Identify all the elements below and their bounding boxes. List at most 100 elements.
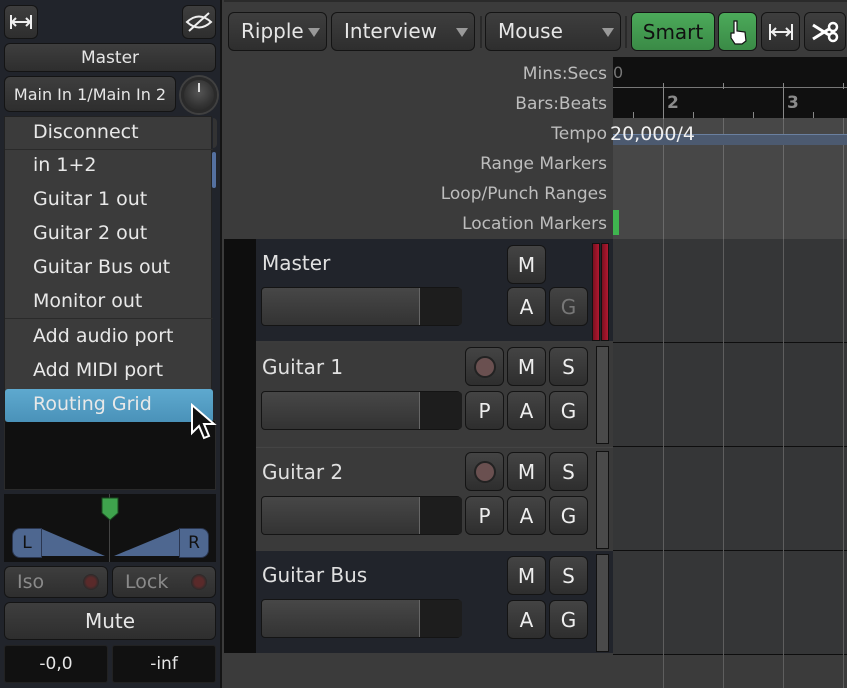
editor-toolbar: Ripple Interview Mouse Smart [224,0,847,57]
group-button[interactable]: G [549,600,588,639]
mute-button[interactable]: M [507,347,546,386]
grab-tool-button[interactable] [718,12,757,51]
track-lane-guitar-1[interactable] [613,343,847,447]
strip-name-button[interactable]: Master [4,43,216,72]
dropdown-arrow-icon [602,28,614,37]
gain-readout[interactable]: -0,0 [4,645,108,683]
automation-button[interactable]: A [507,496,546,535]
automation-button[interactable]: A [507,600,546,639]
input-button[interactable]: Main In 1/Main In 2 [4,76,176,112]
bar-tick [783,83,784,119]
dropdown-arrow-icon [456,28,468,37]
mute-button[interactable]: M [507,556,546,595]
group-button[interactable]: G [549,496,588,535]
cut-tool-button[interactable] [804,12,846,51]
strip-width-button[interactable] [4,5,38,39]
solo-button[interactable]: S [549,347,588,386]
menu-item-guitar-1-out[interactable]: Guitar 1 out [5,184,213,217]
level-meter-left [592,243,600,341]
ripple-mode-dropdown[interactable]: Interview [331,12,475,51]
strip-hide-button[interactable] [182,5,216,39]
iso-label: Iso [17,571,45,593]
mouse-mode-dropdown[interactable]: Mouse [485,12,621,51]
menu-item-guitar-2-out[interactable]: Guitar 2 out [5,218,213,251]
track-gain-fader[interactable] [261,287,462,326]
iso-led-icon [83,574,99,590]
track-header-guitar-2[interactable]: Guitar 2 M S P A G [256,447,613,550]
editor-window: Master Main In 1/Main In 2 Disconnect in… [0,0,847,688]
dropdown-arrow-icon [308,28,320,37]
location-marker[interactable] [613,210,619,235]
tempo-marker-label[interactable]: 20,000/4 [610,123,695,145]
ruler-canvas[interactable]: 0 2 3 20,000/4 [610,57,847,239]
level-meter [596,346,609,444]
beat-tick [843,83,844,89]
record-arm-button[interactable] [465,452,504,491]
ruler-label-range-markers[interactable]: Range Markers [480,154,607,174]
edit-mode-dropdown[interactable]: Ripple [228,12,327,51]
automation-button[interactable]: A [507,287,546,326]
mins-secs-ruler[interactable]: 0 [613,57,847,87]
input-context-menu: Disconnect in 1+2 Guitar 1 out Guitar 2 … [4,116,213,422]
lock-label: Lock [125,571,169,593]
input-trim-knob[interactable] [181,77,217,113]
mute-button[interactable]: M [507,452,546,491]
stretch-icon [768,23,793,40]
track-lane-master[interactable] [613,239,847,343]
menu-separator [5,318,213,319]
track-canvas[interactable] [613,239,847,688]
processor-box[interactable] [4,420,216,490]
track-gain-fader[interactable] [261,391,462,430]
track-lane-guitar-2[interactable] [613,447,847,551]
ruler-label-location-markers[interactable]: Location Markers [462,214,607,234]
track-lane-guitar-bus[interactable] [613,551,847,655]
menu-item-add-midi-port[interactable]: Add MIDI port [5,355,213,388]
menu-item-add-audio-port[interactable]: Add audio port [5,321,213,354]
mouse-mode-value: Mouse [498,19,563,43]
menu-item-disconnect[interactable]: Disconnect [5,117,213,150]
stretch-tool-button[interactable] [761,12,800,51]
menu-item-routing-grid[interactable]: Routing Grid [5,389,213,422]
peak-readout[interactable]: -inf [112,645,216,683]
group-button[interactable]: G [549,287,588,326]
beat-tick [633,112,634,118]
record-dot-icon [473,460,496,483]
strip-mute-button[interactable]: Mute [4,602,216,640]
track-name[interactable]: Master [262,251,330,275]
playlist-button[interactable]: P [465,496,504,535]
solo-button[interactable]: S [549,556,588,595]
panner-left-label: L [12,528,42,558]
menu-item-in-1-2[interactable]: in 1+2 [5,150,213,183]
solo-lock-button[interactable]: Lock [112,566,216,598]
solo-button[interactable]: S [549,452,588,491]
track-gain-fader[interactable] [261,496,462,535]
playlist-button[interactable]: P [465,391,504,430]
automation-button[interactable]: A [507,391,546,430]
beat-tick [813,112,814,118]
ruler-label-tempo[interactable]: Tempo [551,124,607,144]
iso-button[interactable]: Iso [4,566,108,598]
panner-position-handle[interactable] [101,497,119,521]
smart-mode-button[interactable]: Smart [631,12,715,51]
ruler-label-loop-punch[interactable]: Loop/Punch Ranges [441,184,607,204]
grid-line [723,239,724,688]
track-gutter [224,239,256,653]
track-gain-fader[interactable] [261,599,462,638]
mute-button[interactable]: M [507,245,546,284]
track-name[interactable]: Guitar 2 [262,460,343,484]
track-name[interactable]: Guitar Bus [262,563,367,587]
track-header-master[interactable]: Master M A G [256,239,613,341]
ruler-label-bars-beats[interactable]: Bars:Beats [515,94,607,114]
level-meter-right [601,243,609,341]
track-header-guitar-1[interactable]: Guitar 1 M S P A G [256,343,613,446]
track-header-guitar-bus[interactable]: Guitar Bus M S A G [256,551,613,653]
menu-item-monitor-out[interactable]: Monitor out [5,286,213,319]
record-arm-button[interactable] [465,347,504,386]
menu-item-guitar-bus-out[interactable]: Guitar Bus out [5,252,213,285]
track-name[interactable]: Guitar 1 [262,355,343,379]
group-button[interactable]: G [549,391,588,430]
bars-beats-ruler[interactable]: 2 3 [613,83,847,119]
bar-number-label: 3 [787,93,799,113]
ruler-label-mins-secs[interactable]: Mins:Secs [523,64,607,84]
stereo-panner[interactable]: L R [4,494,216,562]
